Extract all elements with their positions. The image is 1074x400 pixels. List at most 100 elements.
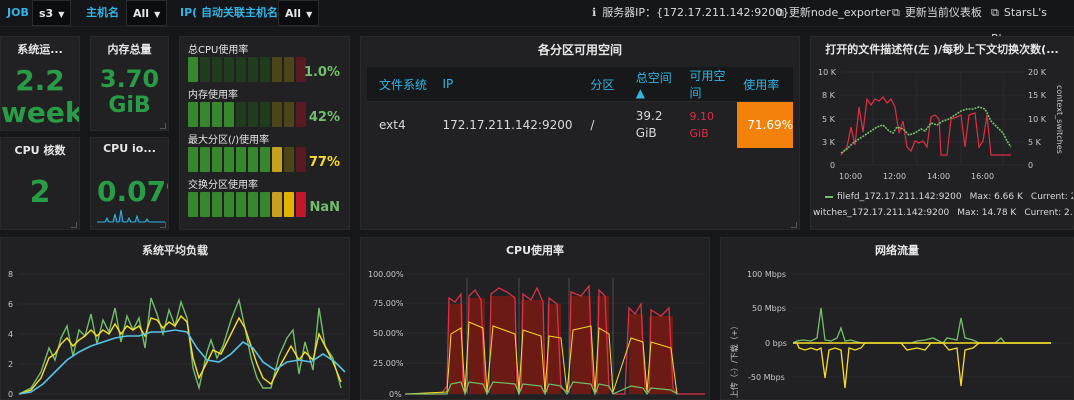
external-link-icon: ⧉ (776, 6, 784, 19)
bargauge-cells (188, 147, 306, 172)
legend-item[interactable]: filefd_172.17.211.142:9200 Max: 6.66 K Cur… (825, 192, 1073, 202)
partition-table: 文件系统 IP 分区 总空间 ▲ 可用空间 使用率 ext4 172.17.21… (367, 67, 793, 148)
host-select[interactable]: All ▼ (126, 0, 168, 26)
update-dashboard-text: 更新当前仪表板 (904, 6, 982, 19)
fd-x-tick: 16:00 (971, 172, 994, 181)
cpu-y-tick: 0% (389, 390, 402, 399)
network-y-tick: -50 Mbps (748, 373, 785, 382)
bargauge-label: 交换分区使用率 (188, 180, 258, 191)
resize-handle[interactable] (791, 222, 797, 228)
dashboard-toolbar: JOB s3 ▼ 主机名 All ▼ IP( 自动关联主机名) All ▼ ℹ 服务器I… (0, 0, 1074, 45)
network-grid (793, 273, 1071, 378)
bargauge-cell (284, 192, 294, 217)
bargauge-cell (284, 102, 294, 127)
fd-right-axis-label: context_switches (1055, 85, 1064, 154)
fd-y-left-tick: 10 K (818, 68, 837, 77)
bargauge-cell (248, 102, 258, 127)
load-y-tick: 0 (8, 390, 13, 399)
bargauge-cell (224, 192, 234, 217)
context-switches-line (840, 96, 1011, 156)
bargauge-cell (248, 192, 258, 217)
resize-handle[interactable] (160, 222, 166, 228)
job-label: JOB (7, 6, 29, 19)
bargauge-cell (200, 147, 210, 172)
bargauge-cell (272, 57, 282, 82)
resize-handle[interactable] (71, 222, 77, 228)
cpu-y-tick: 50.00% (373, 329, 404, 338)
bargauge-cell (236, 192, 246, 217)
legend-max: Max: 6.66 K (969, 192, 1023, 202)
bargauge-cell (260, 147, 270, 172)
bargauge-cell (248, 147, 258, 172)
legend-max: Max: 14.78 K (957, 208, 1017, 218)
legend-name: filefd_172.17.211.142:9200 (837, 192, 962, 202)
uptime-unit: week (1, 96, 80, 129)
fd-grid (841, 71, 1025, 166)
sparkline-line (97, 209, 165, 223)
cell-mount: / (578, 101, 630, 148)
bargauge-cell (272, 102, 282, 127)
server-ip-link[interactable]: ℹ 服务器IP：{172.17.211.142:9200} (592, 0, 789, 26)
ip-select-value: All (285, 7, 302, 20)
bargauge-cell (236, 57, 246, 82)
blog-link[interactable]: ⧉StarsL's Blog (991, 0, 1074, 45)
job-select-value: s3 (39, 7, 54, 20)
legend-name: witches_172.17.211.142:9200 (813, 208, 950, 218)
panel-title: 系统运... (17, 43, 63, 56)
fd-y-right-tick: 20 K (1028, 68, 1047, 77)
cpu-iowait-value: 0.07% (97, 175, 168, 208)
col-total[interactable]: 总空间 ▲ (629, 67, 684, 102)
cpu-y-tick: 100.00% (368, 270, 404, 279)
memory-total-panel: 内存总量 3.70 GiB (90, 36, 169, 131)
uptime-panel: 系统运... 2.2 week (0, 36, 80, 131)
cell-total: 39.2 GiB (629, 101, 684, 148)
chevron-down-icon: ▼ (58, 10, 65, 19)
uptime-value: 2.2 (15, 64, 65, 97)
table-header-row: 文件系统 IP 分区 总空间 ▲ 可用空间 使用率 (367, 67, 793, 102)
cell-available: 9.10 GiB (683, 101, 738, 148)
load-y-tick: 2 (8, 360, 13, 369)
update-exporter-link[interactable]: ⧉ 更新node_exporter (776, 0, 891, 26)
fd-x-tick: 10:00 (839, 172, 862, 181)
cpu-y-tick: 75.00% (373, 299, 404, 308)
bargauge-value: 1.0% (303, 65, 340, 80)
legend-current: Current: 2.54 K (1024, 208, 1073, 218)
panel-title: 内存总量 (107, 43, 152, 56)
col-usage[interactable]: 使用率 (737, 67, 793, 102)
legend-swatch (825, 195, 833, 198)
cpu-iowait-panel: CPU io... 0.07% (90, 137, 169, 230)
bargauge-cell (284, 147, 294, 172)
bargauge-value: NaN (309, 200, 340, 215)
ip-label: IP( 自动关联主机名) (180, 6, 284, 19)
bargauge-cell (296, 102, 306, 127)
bargauge-cell (188, 147, 198, 172)
ip-select[interactable]: All ▼ (278, 0, 320, 26)
job-select[interactable]: s3 ▼ (32, 0, 72, 26)
file-descriptor-panel: 打开的文件描述符(左 )/每秒上下文切换次数(... 10 K 8 K 5 K … (810, 36, 1074, 230)
fd-y-left-tick: 5 K (822, 115, 836, 124)
network-download-line (792, 307, 1051, 344)
memory-total-value: 3.70 (99, 65, 160, 93)
bargauge-cell (200, 192, 210, 217)
cpu-cores-panel: CPU 核数 2 (0, 137, 80, 230)
legend-item[interactable]: witches_172.17.211.142:9200 Max: 14.78 K C… (813, 208, 1073, 218)
col-filesystem[interactable]: 文件系统 (367, 67, 431, 102)
bargauge-cell (212, 102, 222, 127)
col-available[interactable]: 可用空间 (683, 67, 738, 102)
col-mount[interactable]: 分区 (578, 67, 630, 102)
panel-title: 各分区可用空间 (537, 43, 622, 57)
update-dashboard-link[interactable]: ⧉ 更新当前仪表板 (892, 0, 982, 26)
load-y-tick: 8 (8, 270, 13, 279)
host-label: 主机名 (86, 6, 119, 19)
col-ip[interactable]: IP (430, 67, 579, 102)
fd-y-left-tick: 0 (830, 161, 835, 170)
bargauge-cells (188, 57, 306, 82)
bargauge-cell (224, 147, 234, 172)
bargauge-cell (188, 57, 198, 82)
bargauge-value: 77% (308, 155, 340, 170)
network-traffic-panel: 网络流量 100 Mbps 50 Mbps 0 bps -50 Mbps 上传（… (720, 237, 1074, 400)
resize-handle[interactable] (160, 123, 166, 129)
network-y-tick: 100 Mbps (747, 270, 786, 279)
network-y-tick: 0 bps (765, 339, 787, 348)
bargauge-label: 总CPU使用率 (188, 45, 249, 56)
